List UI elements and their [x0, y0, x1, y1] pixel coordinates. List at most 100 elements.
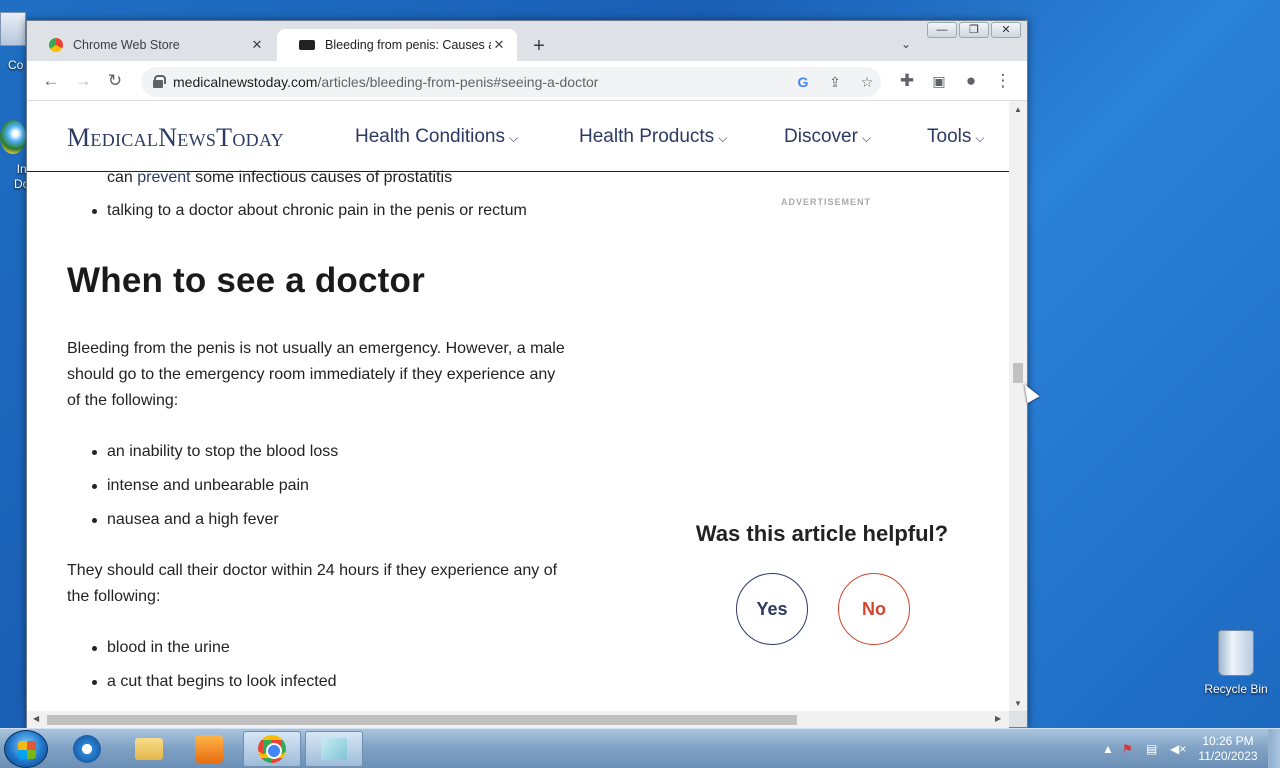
paragraph-line: They should call their doctor within 24 …: [67, 562, 558, 579]
tab-close-icon[interactable]: ✕: [491, 37, 507, 53]
site-header: MedicalNewsToday Health Conditions ⌵ Heal…: [27, 101, 1009, 172]
taskbar-media-player[interactable]: [180, 731, 238, 767]
start-button[interactable]: [4, 730, 48, 768]
vertical-scrollbar[interactable]: ▲ ▼: [1009, 101, 1027, 711]
helpful-widget: Was this article helpful? Yes No: [687, 521, 957, 645]
chevron-down-icon: ⌵: [975, 131, 985, 145]
scroll-up-arrow-icon[interactable]: ▲: [1014, 105, 1022, 114]
windows-logo-icon: [18, 741, 36, 759]
nav-label: Health Conditions: [355, 126, 505, 147]
action-center-flag-icon[interactable]: ⚑: [1122, 742, 1133, 756]
menu-kebab-icon[interactable]: ⋮: [991, 69, 1015, 93]
chevron-down-icon: ⌵: [718, 131, 728, 145]
recycle-bin-icon: [1218, 630, 1254, 676]
reload-icon[interactable]: ↻: [103, 69, 127, 93]
prevent-link[interactable]: prevent: [137, 169, 190, 186]
list-item: nausea and a high fever: [107, 511, 279, 528]
scroll-down-arrow-icon[interactable]: ▼: [1014, 699, 1022, 708]
taskbar-internet-explorer[interactable]: [58, 731, 116, 767]
chrome-icon: [258, 735, 286, 763]
vertical-scroll-thumb[interactable]: [1013, 363, 1023, 383]
minimize-button[interactable]: —: [927, 22, 957, 38]
section-heading: When to see a doctor: [67, 261, 425, 300]
share-icon[interactable]: ⇪: [825, 72, 845, 92]
recycle-bin-label: Recycle Bin: [1204, 682, 1268, 696]
tab-strip: Chrome Web Store ✕ Bleeding from penis: …: [27, 21, 1027, 61]
chevron-down-icon: ⌵: [508, 131, 519, 145]
volume-muted-icon[interactable]: ◀×: [1170, 742, 1186, 756]
scroll-right-arrow-icon[interactable]: ▶: [995, 714, 1001, 723]
taskbar: ▲ ⚑ ▤ ◀× 10:26 PM 11/20/2023: [0, 728, 1280, 768]
media-player-icon: [195, 735, 223, 763]
google-lens-icon[interactable]: G: [793, 72, 813, 92]
nav-health-conditions[interactable]: Health Conditions ⌵: [355, 126, 518, 148]
yes-button[interactable]: Yes: [736, 573, 808, 645]
nav-discover[interactable]: Discover ⌵: [784, 126, 871, 148]
chevron-down-icon: ⌵: [861, 131, 872, 145]
scroll-left-arrow-icon[interactable]: ◀: [33, 714, 39, 723]
list-item: intense and unbearable pain: [107, 477, 309, 494]
bullet-icon: [92, 450, 97, 455]
paragraph-line: Bleeding from the penis is not usually a…: [67, 340, 565, 357]
computer-icon: [0, 12, 26, 46]
no-button[interactable]: No: [838, 573, 910, 645]
tab-title: Bleeding from penis: Causes and: [325, 38, 491, 52]
bullet-icon: [92, 680, 97, 685]
side-panel-icon[interactable]: ▣: [927, 69, 951, 93]
horizontal-scroll-thumb[interactable]: [47, 715, 797, 725]
browser-window: Chrome Web Store ✕ Bleeding from penis: …: [26, 20, 1028, 728]
browser-shortcut-icon: [0, 120, 26, 154]
clock[interactable]: 10:26 PM 11/20/2023: [1194, 734, 1262, 764]
forward-arrow-icon[interactable]: →: [71, 69, 95, 93]
notepad-icon: [321, 738, 347, 760]
nav-label: Tools: [927, 126, 972, 147]
tab-title: Chrome Web Store: [73, 38, 180, 52]
new-tab-plus-icon[interactable]: +: [527, 36, 551, 56]
show-desktop-button[interactable]: [1268, 729, 1280, 768]
mnt-favicon-icon: [299, 40, 315, 50]
site-logo[interactable]: MedicalNewsToday: [67, 123, 284, 153]
page-viewport: MedicalNewsToday Health Conditions ⌵ Heal…: [27, 101, 1009, 711]
tab-close-icon[interactable]: ✕: [249, 37, 265, 53]
chrome-web-store-favicon-icon: [49, 38, 63, 52]
desktop-icon-computer[interactable]: Co: [0, 10, 26, 74]
bookmark-star-icon[interactable]: ☆: [857, 72, 877, 92]
list-item: a cut that begins to look infected: [107, 673, 337, 690]
address-bar[interactable]: medicalnewstoday.com/articles/bleeding-f…: [141, 67, 881, 97]
extensions-puzzle-icon[interactable]: ✚: [895, 69, 919, 93]
system-tray: ▲ ⚑ ▤ ◀× 10:26 PM 11/20/2023: [1098, 729, 1280, 768]
taskbar-chrome[interactable]: [243, 731, 301, 767]
taskbar-file-explorer[interactable]: [120, 731, 178, 767]
helpful-question: Was this article helpful?: [695, 521, 949, 546]
lock-icon[interactable]: [153, 75, 166, 88]
clock-time: 10:26 PM: [1202, 734, 1254, 748]
bullet-icon: [92, 484, 97, 489]
nav-health-products[interactable]: Health Products ⌵: [579, 126, 727, 148]
nav-label: Health Products: [579, 126, 715, 147]
url-text[interactable]: medicalnewstoday.com/articles/bleeding-f…: [173, 74, 598, 90]
back-arrow-icon[interactable]: ←: [39, 69, 63, 93]
tab-chrome-web-store[interactable]: Chrome Web Store ✕: [27, 29, 275, 61]
recycle-bin[interactable]: Recycle Bin: [1200, 630, 1272, 700]
close-window-button[interactable]: ✕: [991, 22, 1021, 38]
taskbar-notepad[interactable]: [305, 731, 363, 767]
network-icon[interactable]: ▤: [1146, 742, 1157, 756]
tab-search-chevron-icon[interactable]: ⌄: [901, 37, 911, 51]
partial-bullet-text: can prevent some infectious causes of pr…: [107, 169, 453, 186]
paragraph-line: the following:: [67, 588, 161, 605]
show-hidden-icons-icon[interactable]: ▲: [1102, 742, 1114, 756]
folder-icon: [135, 738, 163, 760]
paragraph-line: should go to the emergency room immediat…: [67, 366, 556, 383]
nav-tools[interactable]: Tools ⌵: [927, 126, 984, 148]
tab-medical-news-today[interactable]: Bleeding from penis: Causes and ✕: [277, 29, 517, 61]
paragraph-line: of the following:: [67, 392, 179, 409]
restore-button[interactable]: ❐: [959, 22, 989, 38]
bullet-icon: [92, 646, 97, 651]
nav-label: Discover: [784, 126, 858, 147]
profile-avatar-icon[interactable]: ●: [959, 69, 983, 93]
horizontal-scrollbar[interactable]: ◀ ▶: [27, 711, 1009, 728]
window-controls: — ❐ ✕: [927, 22, 1021, 38]
desktop-icon-internet[interactable]: In Do: [0, 120, 29, 196]
desktop-icon-label: Co: [8, 58, 24, 72]
url-path: /articles/bleeding-from-penis#seeing-a-d…: [317, 74, 599, 90]
